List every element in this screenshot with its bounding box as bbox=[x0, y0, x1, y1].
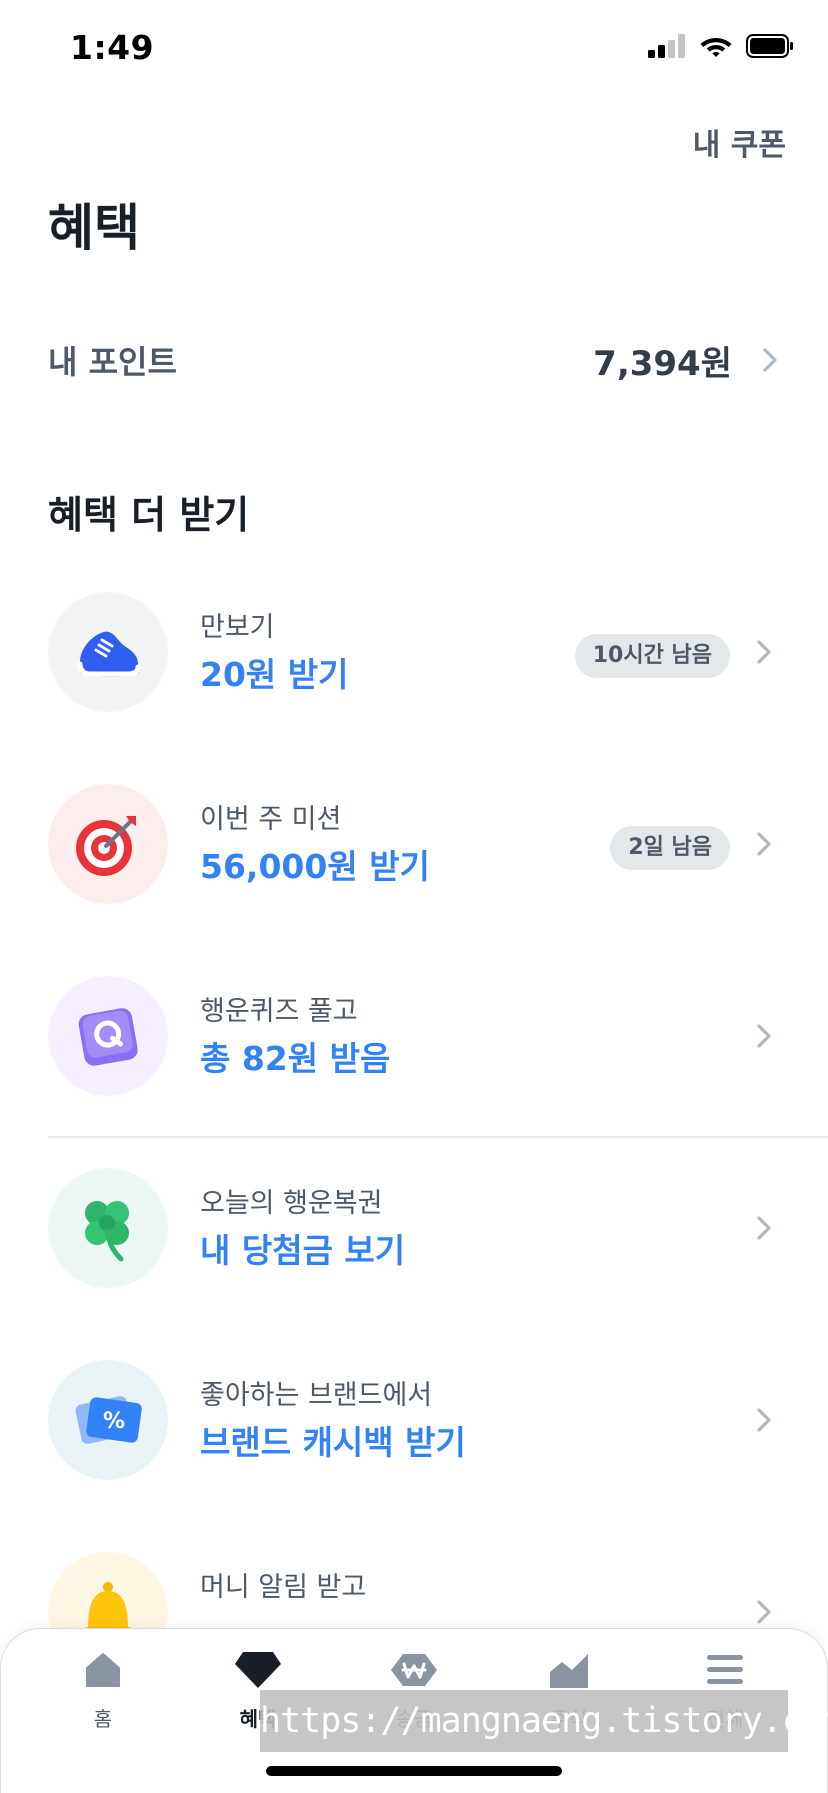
benefit-subtitle: 만보기 bbox=[200, 612, 275, 643]
section-title: 혜택 더 받기 bbox=[48, 493, 250, 537]
watermark-url: https://mangnaeng.tistory.com bbox=[260, 1690, 828, 1752]
benefit-item-lucky-lottery[interactable]: 오늘의 행운복권 내 당첨금 보기 bbox=[0, 1168, 828, 1360]
points-value: 7,394원 bbox=[593, 343, 732, 384]
chevron-right-icon bbox=[757, 1408, 771, 1432]
diamond-icon bbox=[198, 1643, 318, 1697]
won-transfer-icon bbox=[354, 1643, 474, 1697]
benefit-title: 브랜드 캐시백 받기 bbox=[200, 1423, 466, 1462]
benefit-subtitle: 행운퀴즈 풀고 bbox=[200, 996, 358, 1027]
quiz-q-icon bbox=[48, 976, 168, 1096]
benefit-title: 56,000원 받기 bbox=[200, 847, 430, 886]
my-coupon-link[interactable]: 내 쿠폰 bbox=[693, 120, 786, 164]
time-left-badge: 10시간 남음 bbox=[574, 634, 730, 678]
benefit-subtitle: 좋아하는 브랜드에서 bbox=[200, 1380, 433, 1411]
benefit-title: 20원 받기 bbox=[200, 655, 349, 694]
benefit-item-weekly-mission[interactable]: 이번 주 미션 56,000원 받기 2일 남음 bbox=[0, 784, 828, 976]
benefit-title: 내 당첨금 보기 bbox=[200, 1231, 406, 1270]
benefit-subtitle: 이번 주 미션 bbox=[200, 804, 342, 835]
wifi-icon bbox=[700, 38, 732, 57]
page-title: 혜택 bbox=[48, 199, 140, 257]
benefit-subtitle: 오늘의 행운복권 bbox=[200, 1188, 383, 1219]
benefit-item-brand-cashback[interactable]: % 좋아하는 브랜드에서 브랜드 캐시백 받기 bbox=[0, 1360, 828, 1552]
home-indicator bbox=[266, 1766, 562, 1776]
time-left-badge: 2일 남음 bbox=[610, 826, 730, 870]
home-icon bbox=[43, 1643, 163, 1697]
benefit-subtitle: 머니 알림 받고 bbox=[200, 1572, 367, 1603]
sneaker-icon bbox=[48, 592, 168, 712]
chevron-right-icon bbox=[757, 640, 771, 664]
menu-icon bbox=[665, 1643, 785, 1697]
chevron-right-icon bbox=[763, 348, 777, 372]
status-time: 1:49 bbox=[70, 28, 155, 67]
status-bar: 1:49 bbox=[0, 0, 828, 100]
four-leaf-clover-icon bbox=[48, 1168, 168, 1288]
benefit-item-pedometer[interactable]: 만보기 20원 받기 10시간 남음 bbox=[0, 592, 828, 784]
chevron-right-icon bbox=[757, 832, 771, 856]
benefit-list: 만보기 20원 받기 10시간 남음 이번 주 미션 56,000원 받기 2일… bbox=[0, 592, 828, 1744]
chevron-right-icon bbox=[757, 1600, 771, 1624]
benefit-title: 총 82원 받음 bbox=[200, 1039, 391, 1078]
section-divider bbox=[48, 1136, 828, 1138]
battery-icon bbox=[746, 34, 793, 58]
cellular-signal-icon bbox=[648, 34, 685, 58]
chevron-right-icon bbox=[757, 1216, 771, 1240]
tab-label: 홈 bbox=[93, 1707, 113, 1731]
percent-coupon-icon: % bbox=[48, 1360, 168, 1480]
benefit-item-lucky-quiz[interactable]: 행운퀴즈 풀고 총 82원 받음 bbox=[0, 976, 828, 1168]
tab-home[interactable]: 홈 bbox=[43, 1643, 163, 1732]
svg-text:%: % bbox=[103, 1409, 125, 1434]
my-points-row[interactable]: 내 포인트 7,394원 bbox=[48, 330, 780, 390]
status-icons bbox=[648, 34, 794, 58]
target-dart-icon bbox=[48, 784, 168, 904]
stock-chart-icon bbox=[509, 1643, 629, 1697]
chevron-right-icon bbox=[757, 1024, 771, 1048]
points-label: 내 포인트 bbox=[48, 343, 177, 381]
